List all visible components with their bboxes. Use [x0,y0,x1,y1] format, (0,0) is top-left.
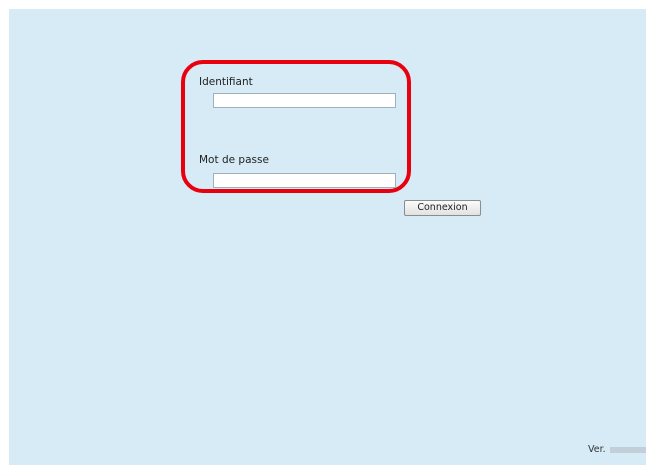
connexion-button[interactable]: Connexion [404,200,481,216]
password-input[interactable] [213,173,396,188]
version-label: Ver. [588,444,606,455]
password-label: Mot de passe [199,154,269,166]
version-number-redacted [610,447,646,453]
username-label: Identifiant [199,76,253,88]
username-input[interactable] [213,93,396,108]
